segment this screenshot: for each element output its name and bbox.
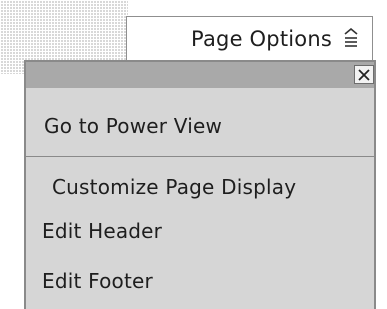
close-button[interactable] (354, 65, 374, 84)
menu-divider (26, 156, 374, 157)
collapse-up-icon (342, 27, 360, 50)
menu-item-customize-page-display[interactable]: Customize Page Display (52, 175, 296, 199)
menu-item-edit-footer[interactable]: Edit Footer (42, 269, 153, 293)
menu-titlebar (26, 62, 374, 88)
page-options-button[interactable]: Page Options (126, 16, 373, 60)
close-icon (358, 68, 370, 81)
menu-item-go-to-power-view[interactable]: Go to Power View (44, 114, 222, 138)
menu-item-edit-header[interactable]: Edit Header (42, 219, 162, 243)
page-options-label: Page Options (191, 26, 332, 51)
page-options-menu: Go to Power View Customize Page Display … (24, 60, 376, 309)
page-options-screen: Page Options Go to Power View Customize … (0, 0, 387, 309)
